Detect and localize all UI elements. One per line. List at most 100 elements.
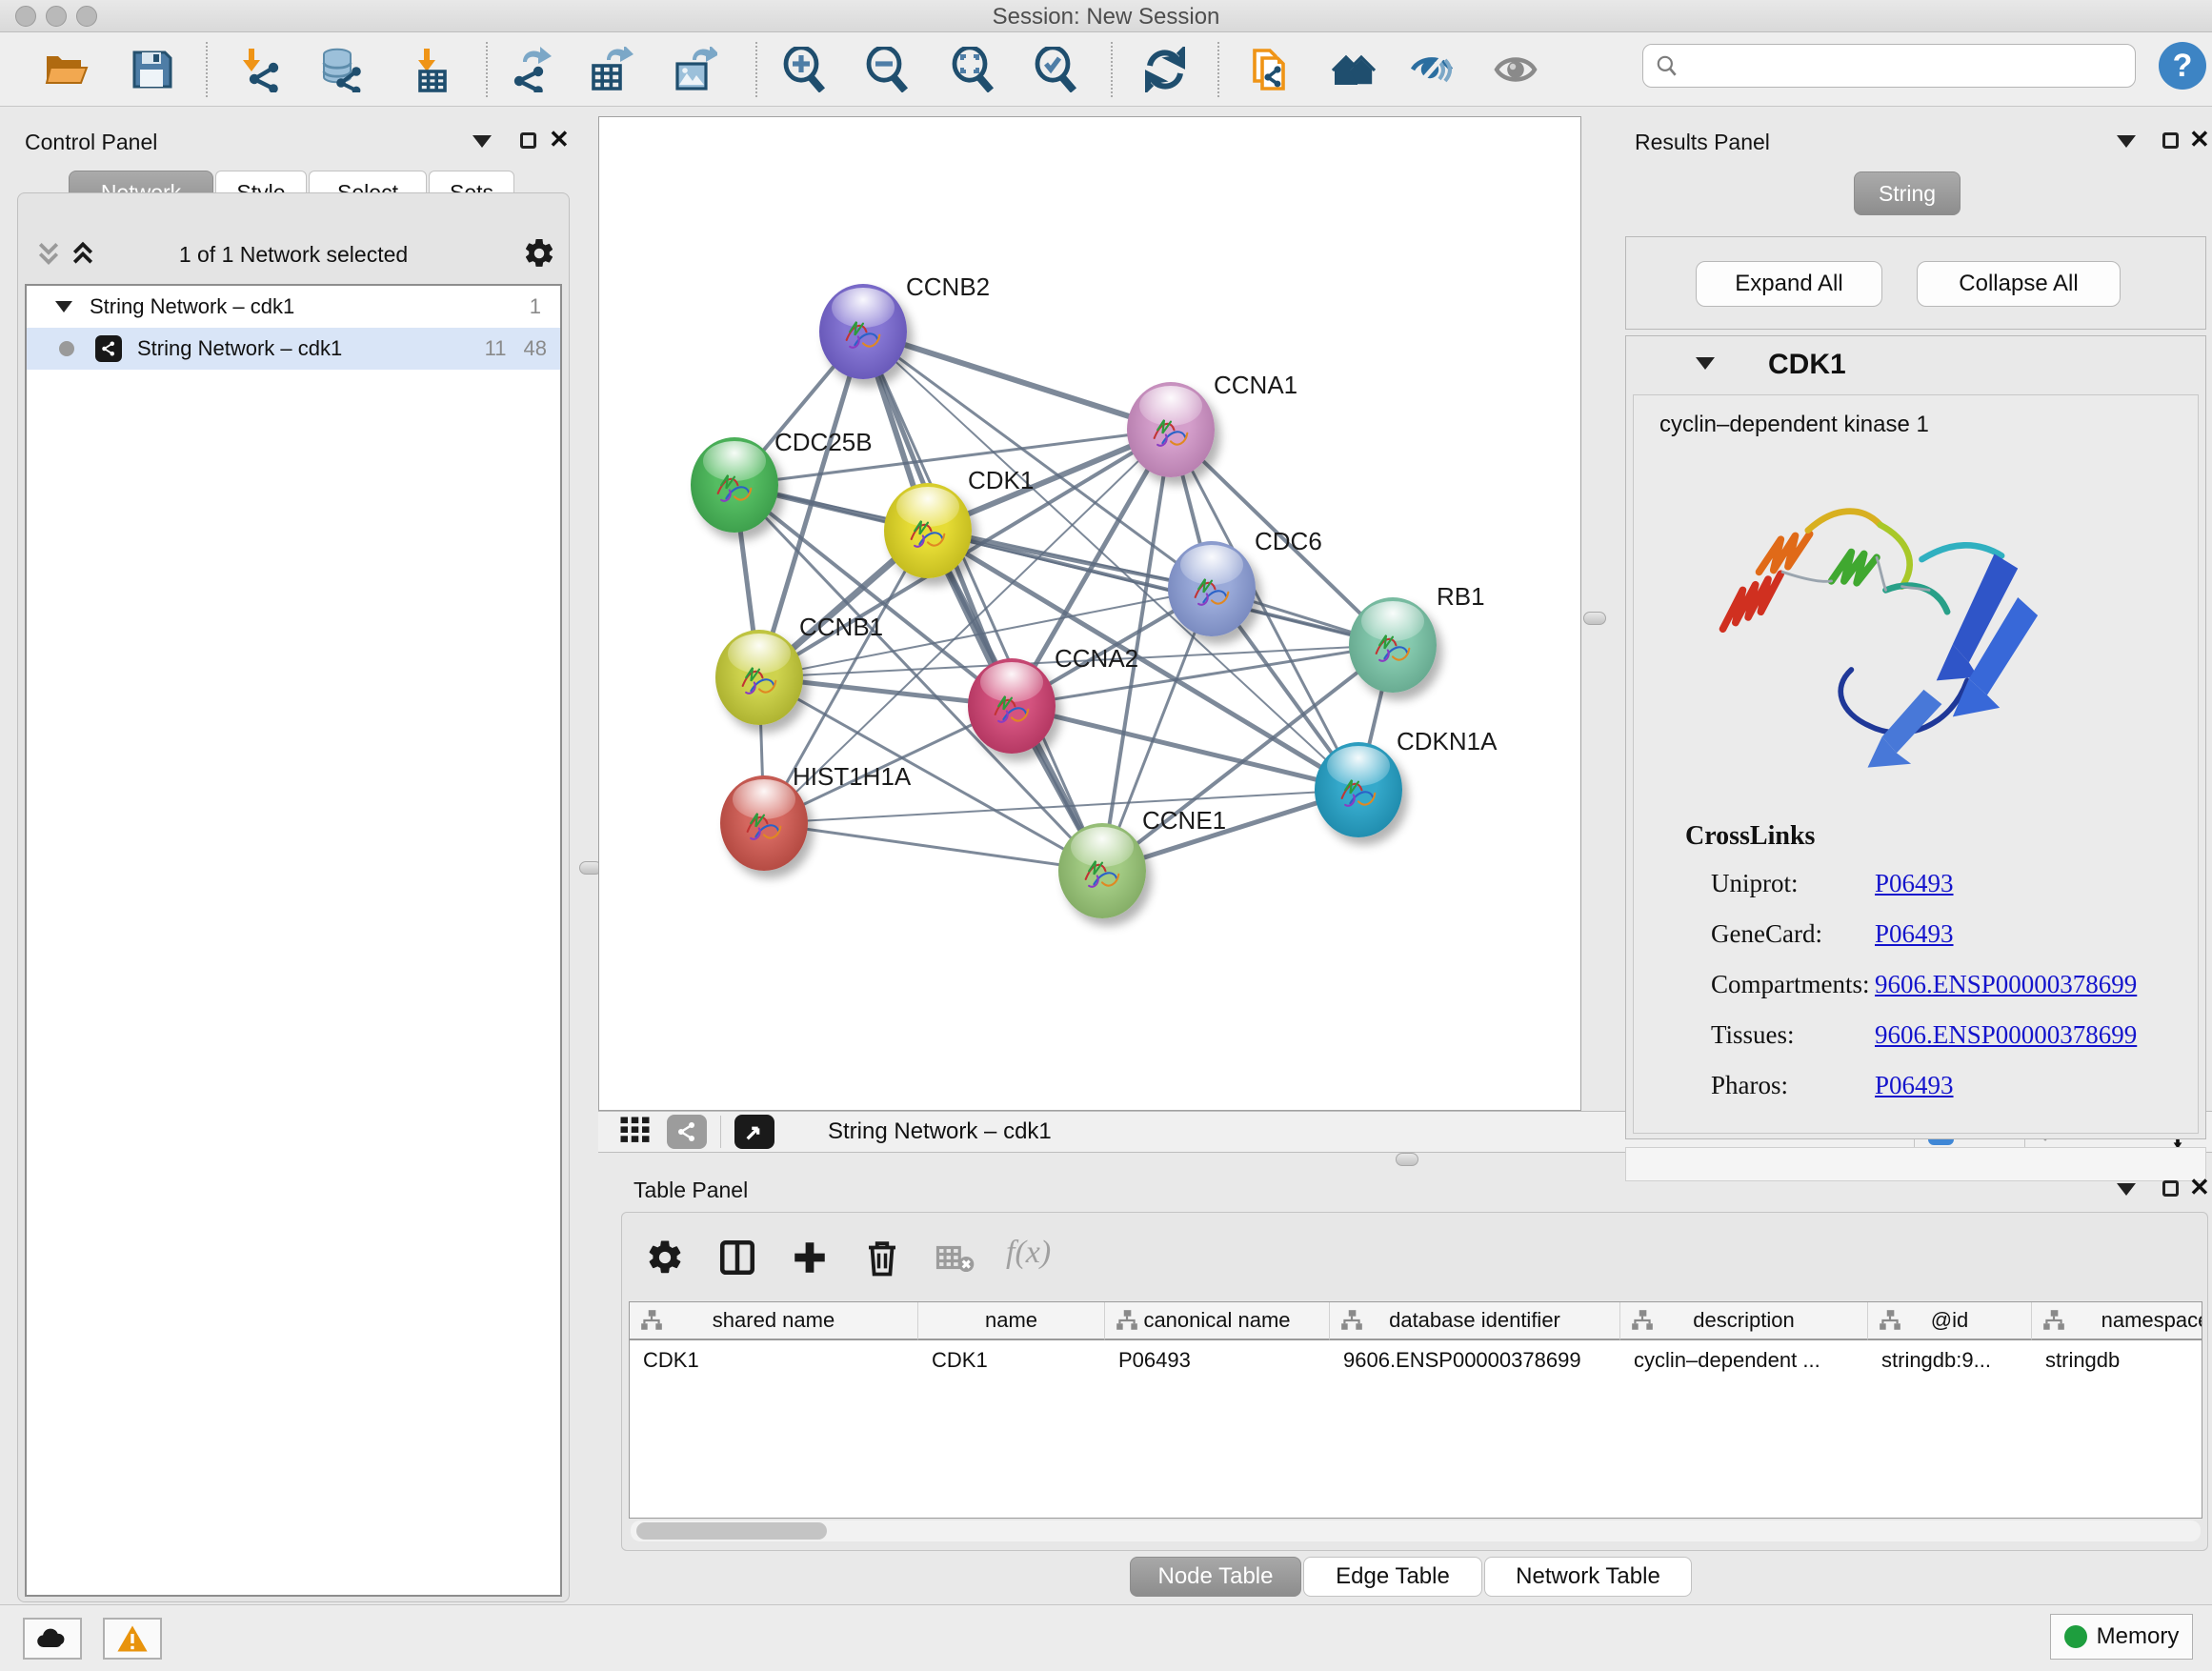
tab-network-table[interactable]: Network Table <box>1484 1557 1692 1597</box>
table-cell[interactable]: stringdb <box>2032 1342 2202 1379</box>
search-box <box>1642 44 2136 88</box>
string-home-button[interactable] <box>1328 44 1379 95</box>
network-selection-status: 1 of 1 Network selected <box>114 242 473 268</box>
crosslink-label: Tissues: <box>1711 1020 1875 1050</box>
column-header-description[interactable]: description <box>1620 1302 1868 1340</box>
network-collection-row[interactable]: String Network – cdk1 1 <box>27 286 560 328</box>
control-panel-close-icon[interactable]: ✕ <box>549 130 570 149</box>
table-options-gear-icon[interactable] <box>640 1235 690 1280</box>
window-title: Session: New Session <box>0 4 2212 30</box>
table-hscrollbar-thumb[interactable] <box>636 1522 827 1540</box>
warnings-button[interactable] <box>103 1618 162 1660</box>
collapse-all-button[interactable]: Collapse All <box>1917 261 2121 307</box>
table-cell[interactable]: 9606.ENSP00000378699 <box>1330 1342 1620 1379</box>
search-input[interactable] <box>1679 47 2135 85</box>
table-hscrollbar-track[interactable] <box>631 1520 2201 1541</box>
function-builder-icon[interactable]: f(x) <box>1006 1235 1051 1271</box>
refresh-layout-button[interactable] <box>1139 44 1191 95</box>
tab-string[interactable]: String <box>1854 171 1961 215</box>
birdseye-view-icon[interactable] <box>734 1115 774 1149</box>
refresh-icon <box>1142 47 1188 92</box>
network-node-CDKN1A[interactable] <box>1315 742 1402 837</box>
network-tree: String Network – cdk1 1 String Network –… <box>25 284 562 1597</box>
export-table-button[interactable] <box>585 44 636 95</box>
expand-all-button[interactable]: Expand All <box>1696 261 1882 307</box>
crosslink-link[interactable]: 9606.ENSP00000378699 <box>1875 970 2137 999</box>
network-node-CDC25B[interactable] <box>691 437 778 533</box>
expand-all-networks-icon[interactable] <box>69 240 97 275</box>
column-header-database-identifier[interactable]: database identifier <box>1330 1302 1620 1340</box>
column-header-shared-name[interactable]: shared name <box>630 1302 918 1340</box>
clone-network-button[interactable] <box>1244 44 1296 95</box>
tab-node-table[interactable]: Node Table <box>1130 1557 1301 1597</box>
table-panel-float-icon[interactable] <box>2162 1180 2179 1197</box>
table-cell[interactable]: CDK1 <box>630 1342 918 1379</box>
database-icon <box>318 47 364 92</box>
export-network-button[interactable] <box>505 44 556 95</box>
import-table-button[interactable] <box>404 44 455 95</box>
network-node-label: HIST1H1A <box>793 762 911 792</box>
table-panel-close-icon[interactable]: ✕ <box>2189 1178 2210 1197</box>
grid-view-icon[interactable] <box>619 1116 654 1149</box>
column-header-canonical-name[interactable]: canonical name <box>1105 1302 1330 1340</box>
network-options-gear-icon[interactable] <box>522 236 556 275</box>
table-cell[interactable]: stringdb:9... <box>1868 1342 2032 1379</box>
delete-column-trash-icon[interactable] <box>857 1235 907 1280</box>
table-panel-menu-icon[interactable] <box>2117 1183 2136 1196</box>
cdk1-disclosure-icon[interactable] <box>1696 357 1715 370</box>
network-row-selected[interactable]: String Network – cdk1 11 48 <box>27 328 560 370</box>
crosslink-row: Pharos:P06493 <box>1711 1071 2187 1100</box>
crosslink-link[interactable]: P06493 <box>1875 1071 1954 1100</box>
tab-edge-table[interactable]: Edge Table <box>1303 1557 1482 1597</box>
table-cell[interactable]: cyclin–dependent ... <box>1620 1342 1868 1379</box>
import-network-button[interactable] <box>234 44 286 95</box>
network-node-CCNB1[interactable] <box>715 630 803 725</box>
network-node-CCNA2[interactable] <box>968 658 1056 754</box>
results-scrollbar-track[interactable] <box>1625 1147 2206 1181</box>
delete-table-icon[interactable] <box>930 1235 979 1280</box>
crosslink-link[interactable]: P06493 <box>1875 919 1954 949</box>
results-panel-menu-icon[interactable] <box>2117 135 2136 148</box>
zoom-selected-button[interactable] <box>1031 44 1082 95</box>
collapse-all-networks-icon[interactable] <box>34 240 63 275</box>
cloud-button[interactable] <box>23 1618 82 1660</box>
show-details-button[interactable] <box>1490 44 1541 95</box>
network-node-CDK1[interactable] <box>884 483 972 578</box>
export-image-button[interactable] <box>669 44 720 95</box>
show-columns-icon[interactable] <box>713 1235 762 1280</box>
network-node-CDC6[interactable] <box>1168 541 1256 636</box>
network-canvas[interactable]: CCNB2CCNA1CDC25BCDK1CDC6RB1CCNB1CCNA2CDK… <box>598 116 1581 1111</box>
network-node-RB1[interactable] <box>1349 597 1437 693</box>
open-file-button[interactable] <box>40 44 91 95</box>
column-header-name[interactable]: name <box>918 1302 1105 1340</box>
right-splitter-handle[interactable] <box>1583 612 1606 625</box>
column-header-namespace[interactable]: namespace <box>2032 1302 2202 1340</box>
results-panel-close-icon[interactable]: ✕ <box>2189 130 2210 149</box>
memory-button[interactable]: Memory <box>2050 1614 2193 1660</box>
zoom-fit-button[interactable] <box>948 44 999 95</box>
network-node-CCNE1[interactable] <box>1058 823 1146 918</box>
houses-icon <box>1331 47 1377 92</box>
zoom-in-button[interactable] <box>779 44 831 95</box>
table-cell[interactable]: CDK1 <box>918 1342 1105 1379</box>
zoom-out-button[interactable] <box>862 44 914 95</box>
help-button[interactable]: ? <box>2159 42 2206 90</box>
network-node-label: CCNE1 <box>1142 806 1226 836</box>
crosslink-link[interactable]: 9606.ENSP00000378699 <box>1875 1020 2137 1050</box>
save-session-button[interactable] <box>126 44 177 95</box>
results-panel-float-icon[interactable] <box>2162 132 2179 149</box>
add-column-icon[interactable] <box>785 1235 835 1280</box>
hide-graphics-button[interactable] <box>1406 44 1458 95</box>
network-share-badge-icon[interactable] <box>667 1115 707 1149</box>
control-panel-float-icon[interactable] <box>520 132 536 149</box>
column-header--id[interactable]: @id <box>1868 1302 2032 1340</box>
network-node-CCNA1[interactable] <box>1127 382 1215 477</box>
control-panel-menu-icon[interactable] <box>473 135 492 148</box>
column-header-label: @id <box>1931 1308 1968 1333</box>
crosslink-link[interactable]: P06493 <box>1875 869 1954 898</box>
table-cell[interactable]: P06493 <box>1105 1342 1330 1379</box>
horizontal-splitter-handle[interactable] <box>1396 1153 1418 1166</box>
import-database-button[interactable] <box>315 44 367 95</box>
network-node-CCNB2[interactable] <box>819 284 907 379</box>
collection-disclosure-icon[interactable] <box>55 301 72 312</box>
